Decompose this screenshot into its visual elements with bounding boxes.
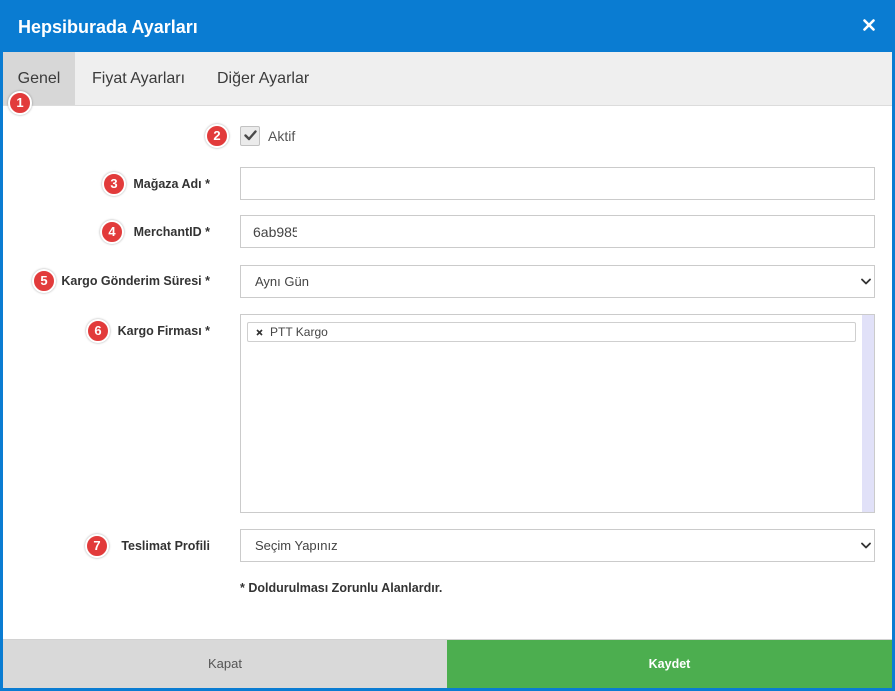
- annotation-badge-1: 1: [8, 91, 32, 115]
- annotation-badge-4: 4: [100, 220, 124, 244]
- annotation-badge-6: 6: [86, 319, 110, 343]
- checkmark-icon: [244, 130, 257, 141]
- page: Hepsiburada Ayarları Genel Fiyat Ayarlar…: [0, 0, 895, 691]
- close-icon[interactable]: [863, 19, 875, 31]
- delivery-profile-select[interactable]: Seçim Yapınız: [240, 529, 875, 562]
- annotation-badge-3: 3: [102, 172, 126, 196]
- tab-diger-ayarlar[interactable]: Diğer Ayarlar: [201, 52, 331, 105]
- cargo-company-multiselect[interactable]: PTT Kargo: [240, 314, 875, 513]
- store-name-field[interactable]: [240, 167, 875, 200]
- shipping-time-select[interactable]: Aynı Gün: [240, 265, 875, 298]
- shipping-time-value: Aynı Gün: [255, 274, 309, 289]
- save-button[interactable]: Kaydet: [447, 640, 892, 688]
- tab-fiyat-ayarlari[interactable]: Fiyat Ayarları: [75, 52, 201, 105]
- close-button[interactable]: Kapat: [3, 640, 447, 688]
- annotation-badge-2: 2: [205, 124, 229, 148]
- merchant-id-input[interactable]: [253, 216, 297, 247]
- scrollbar[interactable]: [862, 315, 874, 512]
- required-fields-note: * Doldurulması Zorunlu Alanlardır.: [240, 581, 443, 595]
- aktif-label: Aktif: [268, 128, 296, 144]
- dialog-title: Hepsiburada Ayarları: [18, 17, 198, 37]
- remove-tag-icon[interactable]: [256, 328, 263, 336]
- cargo-company-tag-label: PTT Kargo: [270, 325, 328, 339]
- store-name-input[interactable]: [253, 168, 863, 199]
- cargo-company-tag: PTT Kargo: [247, 322, 856, 342]
- delivery-profile-value: Seçim Yapınız: [255, 538, 338, 553]
- chevron-down-icon: [861, 542, 871, 549]
- annotation-badge-7: 7: [85, 534, 109, 558]
- annotation-badge-5: 5: [32, 269, 56, 293]
- tab-bar: Genel Fiyat Ayarları Diğer Ayarlar: [3, 52, 892, 106]
- aktif-checkbox[interactable]: [240, 126, 260, 146]
- chevron-down-icon: [861, 278, 871, 285]
- merchant-id-field[interactable]: [240, 215, 875, 248]
